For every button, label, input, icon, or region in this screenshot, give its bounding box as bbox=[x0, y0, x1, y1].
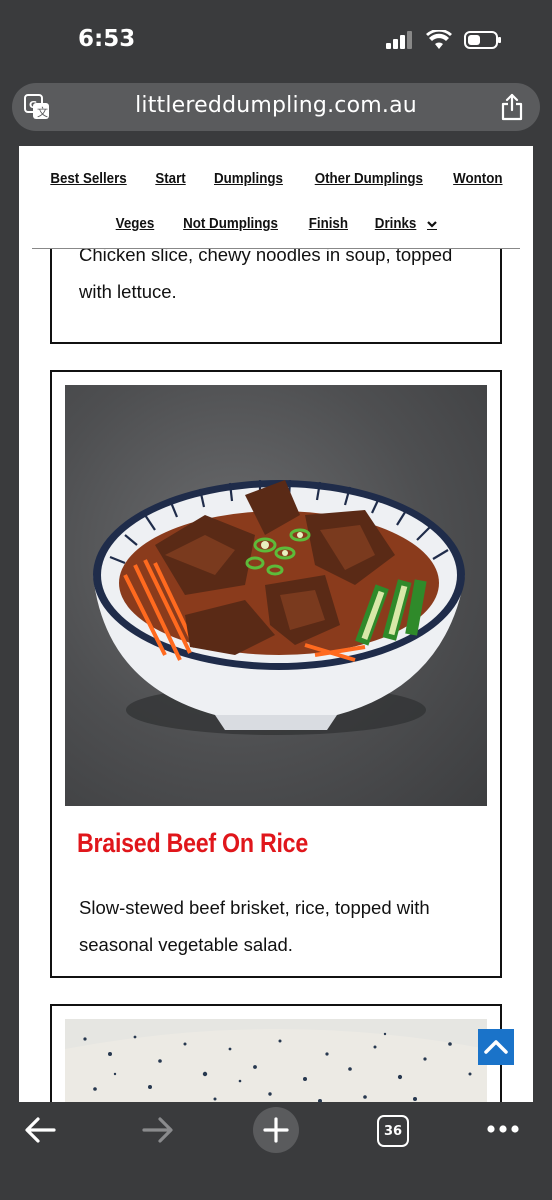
more-icon[interactable] bbox=[486, 1122, 520, 1136]
status-time: 6:53 bbox=[78, 26, 136, 52]
scroll-to-top-button[interactable] bbox=[478, 1029, 514, 1065]
food-image bbox=[65, 1019, 487, 1102]
card-description: Slow-stewed beef brisket, rice, topped w… bbox=[79, 897, 430, 955]
url-text: littlereddumpling.com.au bbox=[135, 93, 417, 118]
address-bar[interactable]: G 文 littlereddumpling.com.au bbox=[12, 83, 540, 131]
wifi-icon bbox=[426, 30, 452, 49]
nav-link-drinks[interactable]: Drinks bbox=[375, 216, 417, 232]
food-image bbox=[65, 385, 487, 806]
chevron-up-icon bbox=[484, 1040, 508, 1054]
web-page: Chicken slice, chewy noodles in soup, to… bbox=[19, 146, 533, 1102]
forward-arrow-icon[interactable] bbox=[142, 1116, 174, 1144]
status-bar: 6:53 bbox=[0, 0, 552, 82]
nav-link-veges[interactable]: Veges bbox=[115, 216, 154, 232]
nav-link-not-dumplings[interactable]: Not Dumplings bbox=[184, 216, 279, 232]
nav-drinks-group[interactable]: Drinks bbox=[373, 216, 438, 232]
nav-link-dumplings[interactable]: Dumplings bbox=[214, 171, 283, 187]
nav-row-2: Veges Not Dumplings Finish Drinks bbox=[19, 216, 533, 232]
back-arrow-icon[interactable] bbox=[24, 1116, 56, 1144]
chevron-down-icon[interactable] bbox=[426, 218, 438, 230]
battery-icon bbox=[464, 31, 501, 49]
nav-link-other-dumplings[interactable]: Other Dumplings bbox=[315, 171, 423, 187]
tab-count: 36 bbox=[383, 1123, 403, 1139]
menu-card: Braised Beef On Rice Slow-stewed beef br… bbox=[50, 370, 502, 978]
plus-icon[interactable] bbox=[252, 1106, 300, 1154]
tabs-icon[interactable]: 36 bbox=[377, 1115, 409, 1147]
share-icon[interactable] bbox=[500, 93, 524, 121]
nav-row-1: Best Sellers Start Dumplings Other Dumpl… bbox=[19, 171, 533, 187]
nav-link-finish[interactable]: Finish bbox=[308, 216, 347, 232]
browser-toolbar: 36 bbox=[0, 1102, 552, 1200]
nav-link-best-sellers[interactable]: Best Sellers bbox=[50, 171, 126, 187]
signal-icon bbox=[386, 31, 412, 49]
site-nav: Best Sellers Start Dumplings Other Dumpl… bbox=[19, 146, 533, 249]
status-icons bbox=[386, 30, 502, 50]
nav-divider bbox=[32, 248, 520, 249]
nav-link-wonton[interactable]: Wonton bbox=[454, 171, 503, 187]
nav-link-start[interactable]: Start bbox=[155, 171, 185, 187]
card-title: Braised Beef On Rice bbox=[77, 828, 309, 858]
menu-card-next bbox=[50, 1004, 502, 1102]
